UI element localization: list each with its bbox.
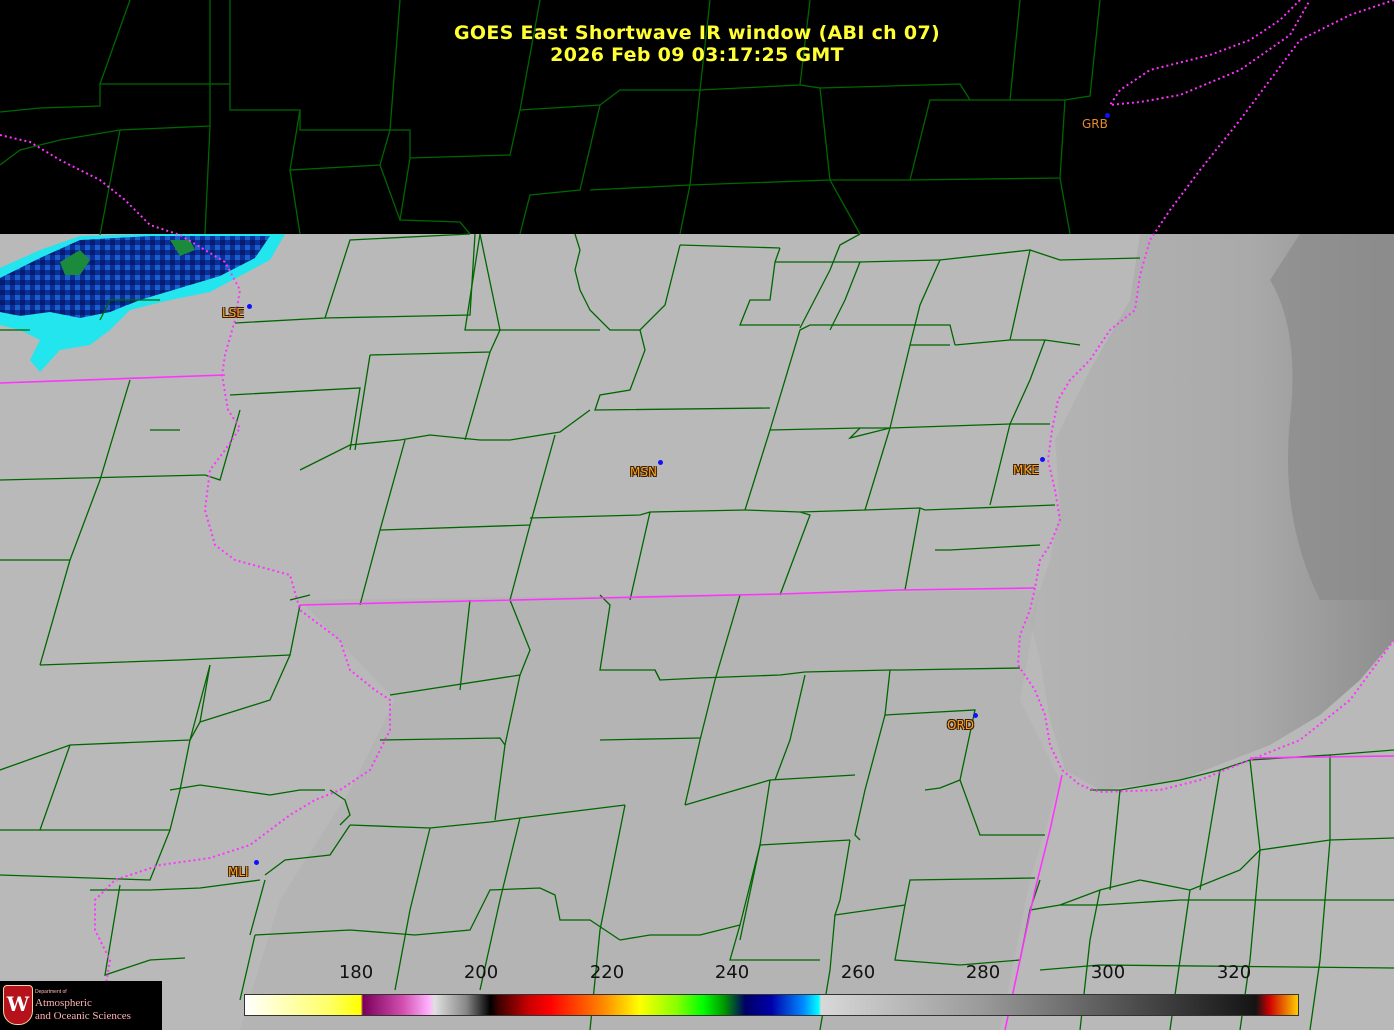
logo-line-1: Atmospheric <box>35 997 92 1009</box>
station-label-mli: MLI <box>228 865 249 879</box>
colorbar-tick-label: 200 <box>463 962 499 983</box>
map-canvas <box>0 0 1394 1030</box>
aos-logo: W Department of Atmospheric and Oceanic … <box>0 981 162 1030</box>
logo-dept-text: Department of <box>35 989 67 995</box>
colorbar-tick-label: 280 <box>965 962 1001 983</box>
satellite-map: GOES East Shortwave IR window (ABI ch 07… <box>0 0 1394 1030</box>
station-dot-lse <box>247 304 252 309</box>
colorbar-tick-label: 260 <box>840 962 876 983</box>
station-label-ord: ORD <box>947 718 975 732</box>
colorbar-tick-label: 180 <box>338 962 374 983</box>
station-label-msn: MSN <box>630 465 657 479</box>
colorbar-tick-label: 220 <box>589 962 625 983</box>
colorbar-tick-label: 240 <box>714 962 750 983</box>
logo-line-2: and Oceanic Sciences <box>35 1010 131 1022</box>
station-dot-mke <box>1040 457 1045 462</box>
uw-crest-icon: W <box>3 985 33 1025</box>
map-title: GOES East Shortwave IR window (ABI ch 07… <box>0 22 1394 66</box>
colorbar-tick-label: 300 <box>1090 962 1126 983</box>
station-label-lse: LSE <box>222 306 244 320</box>
title-line-1: GOES East Shortwave IR window (ABI ch 07… <box>454 22 940 44</box>
temperature-colorbar <box>244 994 1299 1016</box>
station-dot-msn <box>658 460 663 465</box>
station-dot-mli <box>254 860 259 865</box>
title-line-2: 2026 Feb 09 03:17:25 GMT <box>550 44 844 66</box>
colorbar-tick-label: 320 <box>1216 962 1252 983</box>
station-label-mke: MKE <box>1013 463 1039 477</box>
station-label-grb: GRB <box>1082 117 1108 131</box>
